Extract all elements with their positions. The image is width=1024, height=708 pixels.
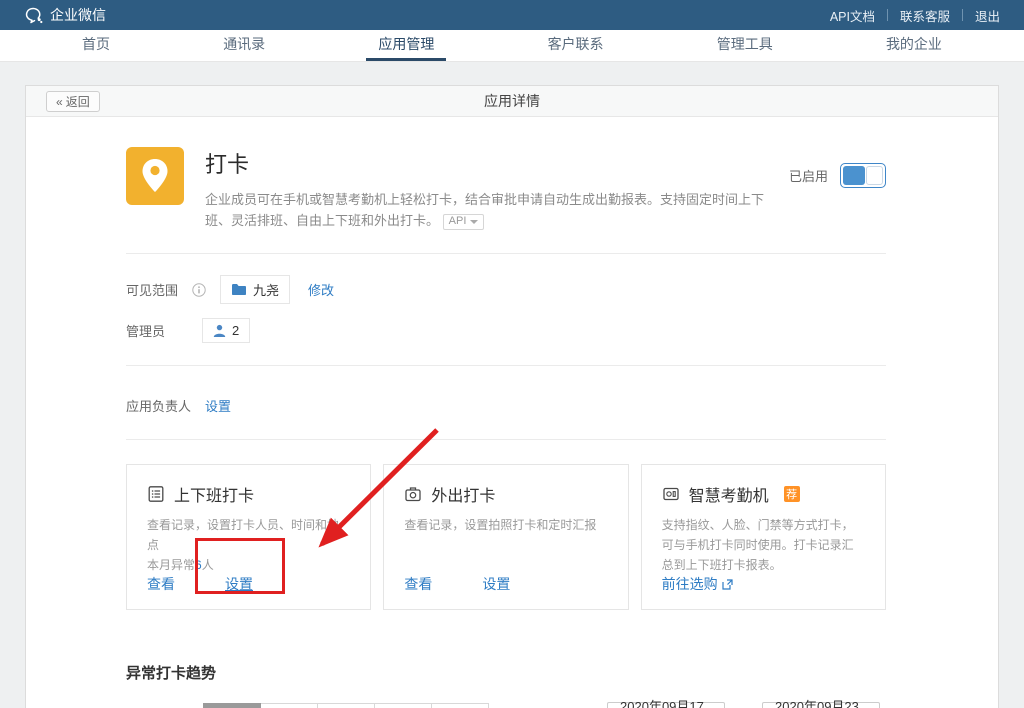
nav-item-contacts[interactable]: 通讯录 [211,30,277,61]
visible-range-row: 可见范围 九尧 修改 [126,275,886,304]
checkin-app-icon [126,147,184,205]
topbar: 企业微信 API文档 联系客服 退出 [0,0,1024,30]
app-detail-panel: « 返回 应用详情 打卡 企业成员可在手机或智慧考勤机上轻松打卡，结合审批申请自… [25,85,999,708]
settings-link[interactable]: 设置 [225,574,253,594]
caret-down-icon [470,220,478,224]
back-button[interactable]: « 返回 [46,91,100,112]
go-purchase-link[interactable]: 前往选购 [662,574,733,594]
app-info: 打卡 企业成员可在手机或智慧考勤机上轻松打卡，结合审批申请自动生成出勤报表。支持… [205,147,765,231]
contact-support-link[interactable]: 联系客服 [900,6,950,25]
card-title-row: 智慧考勤机 荐 [662,482,865,506]
app-header: 打卡 企业成员可在手机或智慧考勤机上轻松打卡，结合审批申请自动生成出勤报表。支持… [126,147,886,231]
app-status: 已启用 [789,163,886,188]
admin-chip[interactable]: 2 [202,318,250,343]
attendance-machine-icon [662,485,680,503]
list-lines-icon [147,485,165,503]
range-button-group: 7天 30天 三个月 半年 1年 [203,703,489,708]
nav-item-tools[interactable]: 管理工具 [705,30,785,61]
card-description: 查看记录，设置打卡人员、时间和地点 本月异常6人 [147,515,350,575]
range-6m-button[interactable]: 半年 [374,703,432,708]
feature-cards: 上下班打卡 查看记录，设置打卡人员、时间和地点 本月异常6人 查看 设置 [126,464,886,610]
date-from-select[interactable]: 2020年09月17日 [607,702,725,708]
card-title: 上下班打卡 [174,482,254,506]
back-label: 返回 [66,93,90,110]
range-1y-button[interactable]: 1年 [431,703,489,708]
recommend-badge: 荐 [784,486,800,502]
topbar-links: API文档 联系客服 退出 [830,6,1000,25]
admin-count: 2 [232,323,239,338]
app-description: 企业成员可在手机或智慧考勤机上轻松打卡，结合审批申请自动生成出勤报表。支持固定时… [205,189,765,231]
owner-set-link[interactable]: 设置 [205,396,231,415]
trend-section: 异常打卡趋势 最近时间： 7天 30天 三个月 半年 1年 自定义时间： 202… [126,662,886,708]
owner-label: 应用负责人 [126,396,191,415]
divider [126,439,886,440]
card-actions: 查看 设置 [404,574,510,594]
card-smart-attendance: 智慧考勤机 荐 支持指纹、人脸、门禁等方式打卡，可与手机打卡同时使用。打卡记录汇… [641,464,886,610]
panel-header: « 返回 应用详情 [26,86,998,117]
panel-content: 打卡 企业成员可在手机或智慧考勤机上轻松打卡，结合审批申请自动生成出勤报表。支持… [26,147,998,708]
logout-link[interactable]: 退出 [975,6,1000,25]
abnormal-count: 6 [195,558,202,572]
range-3m-button[interactable]: 三个月 [317,703,375,708]
brand-name: 企业微信 [50,5,106,25]
modify-link[interactable]: 修改 [308,280,334,299]
admin-label: 管理员 [126,321,188,340]
location-pin-icon [141,158,169,194]
wecom-logo-icon [24,7,43,24]
card-outside-checkin: 外出打卡 查看记录，设置拍照打卡和定时汇报 查看 设置 [383,464,628,610]
view-link[interactable]: 查看 [404,574,432,594]
range-30d-button[interactable]: 30天 [260,703,318,708]
folder-icon [231,283,247,296]
api-docs-link[interactable]: API文档 [830,6,875,25]
external-link-icon [722,579,733,590]
nav-item-app-management[interactable]: 应用管理 [366,30,446,61]
card-stat-line: 本月异常6人 [147,555,350,575]
view-link[interactable]: 查看 [147,574,175,594]
divider [126,365,886,366]
admin-row: 管理员 2 [126,318,886,343]
divider [887,9,888,21]
nav-item-my-company[interactable]: 我的企业 [874,30,954,61]
back-chevrons-icon: « [56,95,63,109]
briefcase-camera-icon [404,485,422,503]
card-work-checkin: 上下班打卡 查看记录，设置打卡人员、时间和地点 本月异常6人 查看 设置 [126,464,371,610]
brand: 企业微信 [24,5,106,25]
card-title: 外出打卡 [431,482,495,506]
api-dropdown-tag[interactable]: API [443,214,485,230]
range-7d-button[interactable]: 7天 [203,703,261,708]
owner-row: 应用负责人 设置 [126,396,886,415]
card-description: 支持指纹、人脸、门禁等方式打卡，可与手机打卡同时使用。打卡记录汇总到上下班打卡报… [662,515,865,575]
info-icon[interactable] [192,283,206,297]
toggle-knob [866,166,883,185]
card-description: 查看记录，设置拍照打卡和定时汇报 [404,515,607,535]
page-title: 应用详情 [484,91,540,111]
card-actions: 前往选购 [662,574,733,594]
settings-link[interactable]: 设置 [482,574,510,594]
card-actions: 查看 设置 [147,574,253,594]
date-to-select[interactable]: 2020年09月23日 [762,702,880,708]
status-label: 已启用 [789,166,828,185]
app-name: 打卡 [205,147,765,179]
toggle-on-fill [843,166,865,185]
visible-range-chip: 九尧 [220,275,290,304]
visible-range-value: 九尧 [253,280,279,299]
person-icon [213,324,226,338]
trend-filter-row: 最近时间： 7天 30天 三个月 半年 1年 自定义时间： 2020年09月17… [126,702,886,708]
enable-toggle[interactable] [840,163,886,188]
nav-item-customer[interactable]: 客户联系 [536,30,616,61]
main-nav: 首页 通讯录 应用管理 客户联系 管理工具 我的企业 [0,30,1024,62]
card-title: 智慧考勤机 [689,482,769,506]
trend-title: 异常打卡趋势 [126,662,886,683]
visible-range-label: 可见范围 [126,280,188,299]
card-title-row: 外出打卡 [404,482,607,506]
divider [962,9,963,21]
divider [126,253,886,254]
card-title-row: 上下班打卡 [147,482,350,506]
nav-item-home[interactable]: 首页 [70,30,122,61]
